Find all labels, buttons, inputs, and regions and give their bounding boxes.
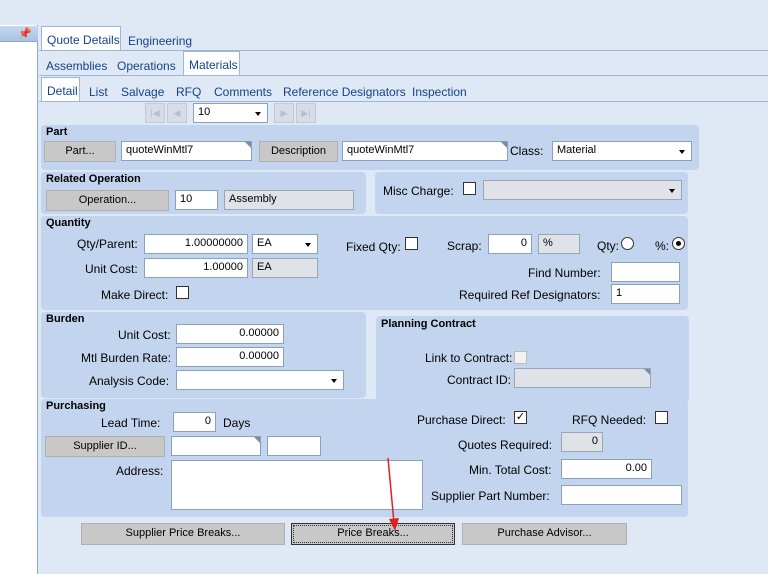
part-button[interactable]: Part... [44, 141, 116, 162]
last-record-icon[interactable]: ▶| [296, 103, 316, 123]
left-panel [0, 25, 38, 574]
unit-cost-label: Unit Cost: [85, 262, 138, 276]
tab-comments[interactable]: Comments [209, 79, 277, 103]
tabline-1 [39, 50, 768, 51]
rfq-needed-checkbox[interactable] [655, 411, 668, 424]
address-label: Address: [116, 464, 164, 478]
related-operation-title: Related Operation [46, 173, 141, 185]
min-total-cost-field[interactable]: 0.00 [561, 459, 652, 479]
supplier-price-breaks-button[interactable]: Supplier Price Breaks... [81, 523, 285, 545]
burden-unit-cost-label: Unit Cost: [118, 328, 171, 342]
min-total-cost-label: Min. Total Cost: [469, 463, 552, 477]
supplier-part-number-field[interactable] [561, 485, 682, 505]
make-direct-checkbox[interactable] [176, 286, 189, 299]
misc-charge-checkbox[interactable] [463, 182, 476, 195]
operation-button[interactable]: Operation... [46, 190, 169, 211]
lead-time-label: Lead Time: [101, 416, 161, 430]
tab-reference-designators[interactable]: Reference Designators [278, 79, 411, 103]
next-record-icon[interactable]: ▶ [274, 103, 294, 123]
class-dropdown[interactable]: Material [552, 141, 692, 161]
misc-charge-dropdown[interactable] [483, 180, 682, 200]
misc-charge-label: Misc Charge: [383, 184, 454, 198]
tab-inspection[interactable]: Inspection [407, 79, 472, 103]
purchase-direct-checkbox[interactable]: ✓ [514, 411, 527, 424]
unit-cost-field[interactable]: 1.00000 [144, 258, 248, 278]
tabline-3 [39, 101, 768, 102]
planning-contract-title: Planning Contract [381, 318, 476, 330]
purchase-direct-label: Purchase Direct: [417, 413, 506, 427]
pct-radio[interactable] [672, 237, 685, 250]
burden-rate-field[interactable]: 0.00000 [176, 347, 284, 367]
description-field[interactable]: quoteWinMtl7 [342, 141, 508, 161]
tab-materials[interactable]: Materials [183, 51, 240, 75]
scrap-unit: % [538, 234, 580, 254]
req-ref-designators-label: Required Ref Designators: [459, 288, 601, 302]
qty-parent-label: Qty/Parent: [77, 237, 138, 251]
rfq-needed-label: RFQ Needed: [572, 413, 647, 427]
pin-icon[interactable]: 📌 [18, 27, 32, 40]
annotation-arrow-icon [387, 457, 399, 531]
req-ref-designators-field[interactable]: 1 [611, 284, 680, 304]
fixed-qty-label: Fixed Qty: [346, 240, 401, 254]
description-button[interactable]: Description [259, 141, 338, 162]
burden-title: Burden [46, 313, 85, 325]
tab-list[interactable]: List [84, 79, 113, 103]
part-number-field[interactable]: quoteWinMtl7 [121, 141, 252, 161]
find-number-field[interactable] [611, 262, 680, 282]
quotes-required-field: 0 [561, 432, 603, 452]
tab-detail[interactable]: Detail [41, 77, 80, 101]
pct-radio-label: %: [655, 239, 670, 253]
lead-time-field[interactable]: 0 [173, 412, 216, 432]
left-panel-header: 📌 [0, 26, 38, 42]
burden-unit-cost-field[interactable]: 0.00000 [176, 324, 284, 344]
tab-engineering[interactable]: Engineering [123, 28, 197, 52]
top-bar [0, 0, 768, 25]
class-label: Class: [510, 144, 544, 158]
contract-id-label: Contract ID: [447, 373, 512, 387]
qty-parent-field[interactable]: 1.00000000 [144, 234, 248, 254]
days-label: Days [223, 416, 251, 430]
supplier-id-field[interactable] [171, 436, 261, 456]
unit-cost-uom: EA [252, 258, 318, 278]
tab-operations[interactable]: Operations [112, 53, 181, 77]
qty-uom-dropdown[interactable]: EA [252, 234, 318, 254]
fixed-qty-checkbox[interactable] [405, 237, 418, 250]
analysis-code-label: Analysis Code: [89, 374, 170, 388]
supplier-name-field[interactable] [267, 436, 321, 456]
tab-rfq[interactable]: RFQ [171, 79, 206, 103]
previous-record-icon[interactable]: ◀ [167, 103, 187, 123]
operation-field[interactable]: 10 [175, 190, 218, 210]
make-direct-label: Make Direct: [101, 288, 169, 302]
supplier-id-button[interactable]: Supplier ID... [45, 436, 165, 457]
operation-description: Assembly [224, 190, 354, 210]
analysis-code-dropdown[interactable] [176, 370, 344, 390]
link-to-contract-checkbox[interactable] [514, 351, 527, 364]
scrap-label: Scrap: [447, 239, 482, 253]
tab-salvage[interactable]: Salvage [116, 79, 169, 103]
quantity-title: Quantity [46, 217, 91, 229]
purchasing-title: Purchasing [46, 400, 106, 412]
contract-id-field[interactable] [514, 368, 651, 388]
qty-radio-label: Qty: [597, 239, 620, 253]
tabline-2 [39, 75, 768, 76]
tab-assemblies[interactable]: Assemblies [41, 53, 112, 77]
price-breaks-button[interactable]: Price Breaks... [291, 523, 455, 545]
scrap-field[interactable]: 0 [488, 234, 532, 254]
record-selector[interactable]: 10 [193, 103, 268, 123]
supplier-part-number-label: Supplier Part Number: [431, 489, 550, 503]
find-number-label: Find Number: [528, 266, 601, 280]
part-group-title: Part [46, 126, 68, 138]
quotes-required-label: Quotes Required: [458, 438, 553, 452]
purchase-advisor-button[interactable]: Purchase Advisor... [462, 523, 627, 545]
first-record-icon[interactable]: |◀ [145, 103, 165, 123]
link-to-contract-label: Link to Contract: [425, 351, 513, 365]
burden-rate-label: Mtl Burden Rate: [81, 351, 172, 365]
tab-quote-details[interactable]: Quote Details [41, 26, 121, 50]
qty-radio[interactable] [621, 237, 634, 250]
